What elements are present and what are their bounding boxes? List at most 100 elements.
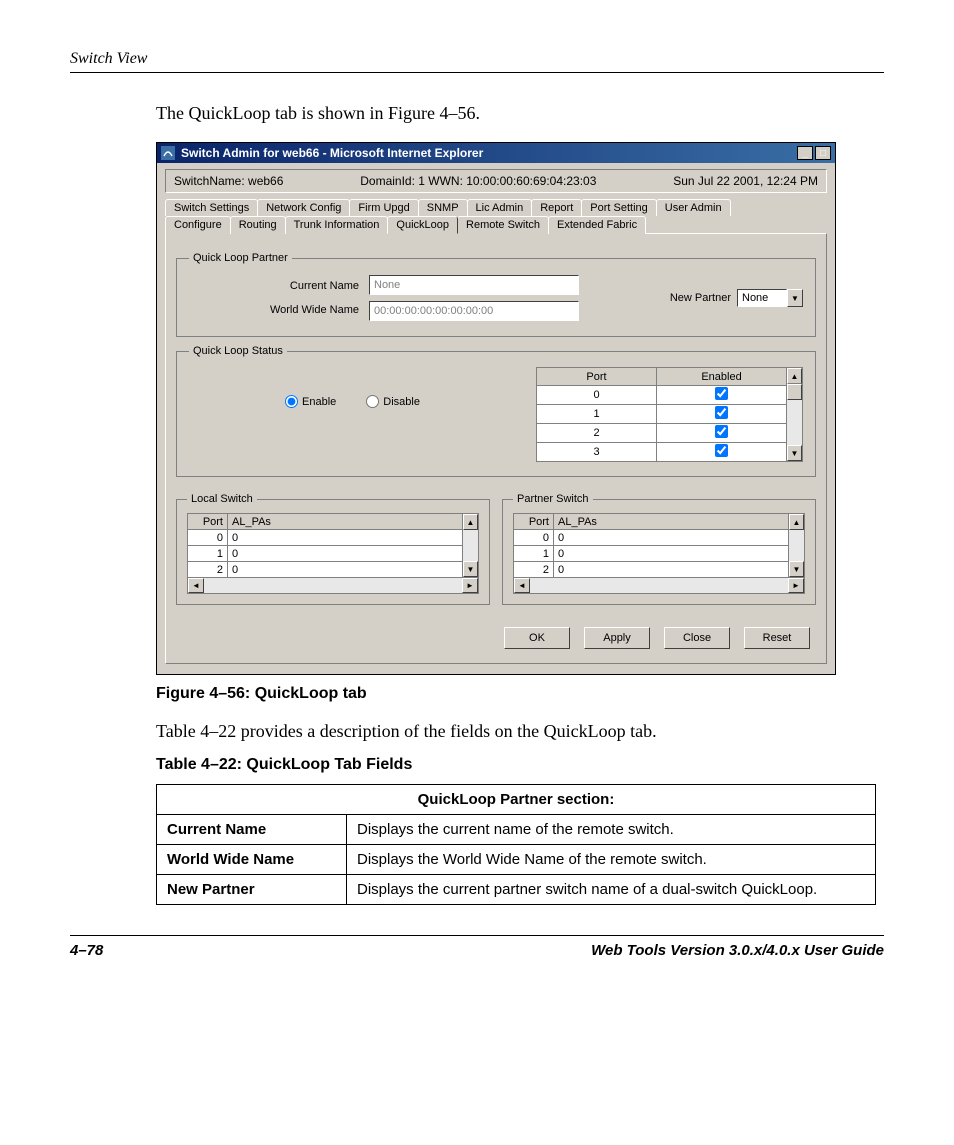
new-partner-select[interactable] (737, 289, 787, 307)
tab-extended-fabric[interactable]: Extended Fabric (548, 216, 646, 234)
partner-vscroll[interactable]: ▲ ▼ (789, 513, 805, 578)
partner-port-header: Port (514, 514, 554, 530)
scroll-right-icon[interactable]: ► (462, 578, 478, 593)
table-row: 20 (188, 562, 463, 578)
scroll-right-icon[interactable]: ► (788, 578, 804, 593)
partner-alpa-header: AL_PAs (554, 514, 789, 530)
port-enabled-checkbox[interactable] (715, 425, 728, 438)
page-number: 4–78 (70, 942, 103, 959)
partner-hscroll[interactable]: ◄ ► (513, 578, 805, 594)
table-row: 10 (188, 546, 463, 562)
table-row: 3 (537, 443, 787, 462)
wwn-label: World Wide Name (189, 298, 359, 322)
enable-radio[interactable] (285, 395, 298, 408)
port-cell: 3 (537, 443, 657, 462)
tab-trunk-information[interactable]: Trunk Information (285, 216, 389, 234)
table-row: 2 (537, 424, 787, 443)
port-enabled-checkbox[interactable] (715, 444, 728, 457)
port-cell: 0 (188, 530, 228, 546)
timestamp-text: Sun Jul 22 2001, 12:24 PM (673, 174, 818, 188)
tab-lic-admin[interactable]: Lic Admin (467, 199, 533, 216)
local-switch-group: Local Switch Port AL_PAs 001020 (176, 493, 490, 605)
enable-radio-label[interactable]: Enable (285, 395, 336, 408)
window-titlebar: Switch Admin for web66 - Microsoft Inter… (157, 143, 835, 163)
apply-button[interactable]: Apply (584, 627, 650, 649)
ie-icon (161, 146, 175, 160)
local-legend: Local Switch (187, 493, 257, 505)
close-button[interactable]: Close (664, 627, 730, 649)
scroll-down-icon[interactable]: ▼ (463, 561, 478, 577)
maximize-button[interactable]: □ (815, 146, 831, 160)
scroll-down-icon[interactable]: ▼ (787, 445, 802, 461)
enabled-cell (657, 386, 787, 405)
enabled-cell (657, 424, 787, 443)
wwn-field[interactable] (369, 301, 579, 321)
footer-rule (70, 935, 884, 936)
header-rule (70, 72, 884, 73)
tab-user-admin[interactable]: User Admin (656, 199, 731, 216)
figure-caption: Figure 4–56: QuickLoop tab (156, 685, 884, 703)
scroll-thumb[interactable] (787, 384, 802, 400)
current-name-field[interactable] (369, 275, 579, 295)
disable-radio-label[interactable]: Disable (366, 395, 420, 408)
reset-button[interactable]: Reset (744, 627, 810, 649)
alpa-cell: 0 (228, 546, 463, 562)
port-cell: 2 (188, 562, 228, 578)
scroll-left-icon[interactable]: ◄ (188, 578, 204, 593)
tab-network-config[interactable]: Network Config (257, 199, 350, 216)
port-cell: 1 (514, 546, 554, 562)
tab-configure[interactable]: Configure (165, 216, 231, 234)
field-desc-cell: Displays the current partner switch name… (347, 875, 876, 905)
disable-text: Disable (383, 396, 420, 408)
new-partner-dropdown-button[interactable]: ▼ (787, 289, 803, 307)
scroll-up-icon[interactable]: ▲ (789, 514, 804, 530)
table-row: 10 (514, 546, 789, 562)
tab-report[interactable]: Report (531, 199, 582, 216)
status-scrollbar[interactable]: ▲ ▼ (787, 367, 803, 462)
tab-switch-settings[interactable]: Switch Settings (165, 199, 258, 216)
scroll-down-icon[interactable]: ▼ (789, 561, 804, 577)
local-vscroll[interactable]: ▲ ▼ (463, 513, 479, 578)
alpa-cell: 0 (554, 530, 789, 546)
table-row: New PartnerDisplays the current partner … (157, 875, 876, 905)
alpa-cell: 0 (228, 562, 463, 578)
table-row: Current NameDisplays the current name of… (157, 815, 876, 845)
port-cell: 1 (188, 546, 228, 562)
partner-legend: Partner Switch (513, 493, 593, 505)
partner-switch-group: Partner Switch Port AL_PAs 001020 (502, 493, 816, 605)
local-alpa-header: AL_PAs (228, 514, 463, 530)
field-desc-cell: Displays the World Wide Name of the remo… (347, 845, 876, 875)
minimize-button[interactable]: _ (797, 146, 813, 160)
tab-firm-upgd[interactable]: Firm Upgd (349, 199, 418, 216)
partner-switch-table: Port AL_PAs 001020 (513, 513, 789, 578)
scroll-up-icon[interactable]: ▲ (787, 368, 802, 384)
scroll-left-icon[interactable]: ◄ (514, 578, 530, 593)
table-caption: Table 4–22: QuickLoop Tab Fields (156, 756, 884, 774)
scroll-up-icon[interactable]: ▲ (463, 514, 478, 530)
enable-text: Enable (302, 396, 336, 408)
switch-name-text: SwitchName: web66 (174, 174, 283, 188)
info-bar: SwitchName: web66 DomainId: 1 WWN: 10:00… (165, 169, 827, 193)
tab-quickloop[interactable]: QuickLoop (387, 216, 458, 234)
port-header: Port (537, 368, 657, 386)
ok-button[interactable]: OK (504, 627, 570, 649)
table-section-header: QuickLoop Partner section: (157, 785, 876, 815)
footer-guide-title: Web Tools Version 3.0.x/4.0.x User Guide (591, 942, 884, 959)
port-enabled-checkbox[interactable] (715, 406, 728, 419)
port-status-table: Port Enabled 0123 (536, 367, 787, 462)
tab-remote-switch[interactable]: Remote Switch (457, 216, 549, 234)
local-hscroll[interactable]: ◄ ► (187, 578, 479, 594)
quickloop-status-group: Quick Loop Status Enable Disable Port (176, 345, 816, 477)
fields-table: QuickLoop Partner section: Current NameD… (156, 784, 876, 905)
port-enabled-checkbox[interactable] (715, 387, 728, 400)
current-name-label: Current Name (189, 274, 359, 298)
app-window: Switch Admin for web66 - Microsoft Inter… (156, 142, 836, 675)
tab-port-setting[interactable]: Port Setting (581, 199, 656, 216)
tab-snmp[interactable]: SNMP (418, 199, 468, 216)
table-row: 1 (537, 405, 787, 424)
quickloop-partner-group: Quick Loop Partner Current Name World Wi… (176, 252, 816, 337)
disable-radio[interactable] (366, 395, 379, 408)
tab-routing[interactable]: Routing (230, 216, 286, 234)
enabled-cell (657, 405, 787, 424)
field-name-cell: New Partner (157, 875, 347, 905)
